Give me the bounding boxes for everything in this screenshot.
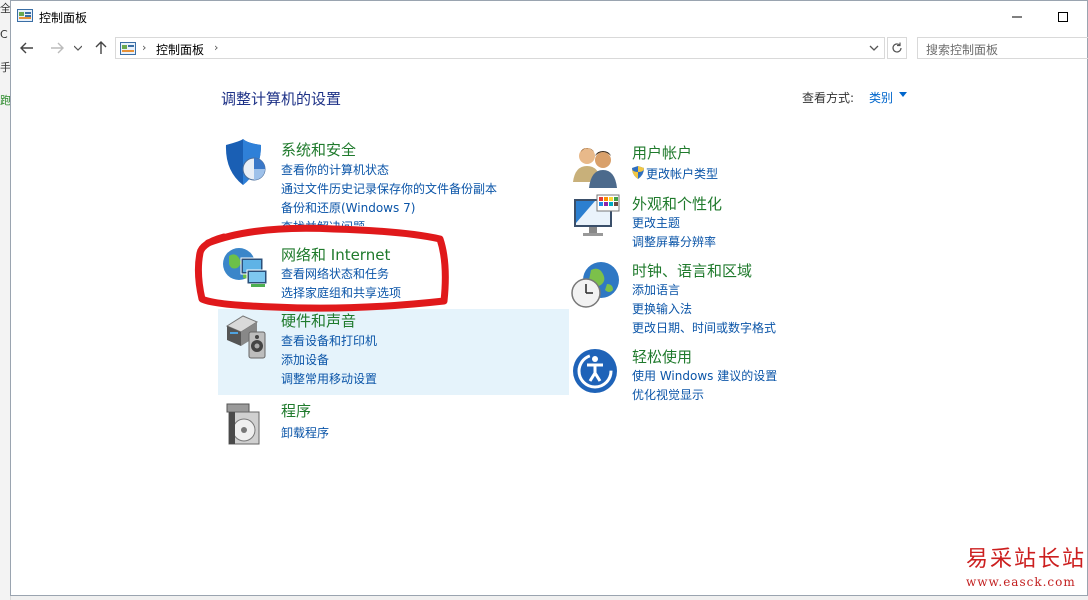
category-link[interactable]: 查找并解决问题 <box>281 218 365 226</box>
view-by-dropdown[interactable]: 类别 <box>869 89 893 106</box>
category-title[interactable]: 用户帐户 <box>632 142 692 163</box>
back-button[interactable] <box>17 38 37 58</box>
category-link[interactable]: 查看网络状态和任务 <box>281 265 389 282</box>
breadcrumb-control-panel[interactable]: 控制面板 <box>156 41 204 58</box>
chevron-right-icon[interactable]: › <box>214 41 218 54</box>
window-title: 控制面板 <box>39 11 88 25</box>
security-shield-icon[interactable] <box>221 139 271 189</box>
category-link[interactable]: 选择家庭组和共享选项 <box>281 284 401 301</box>
category-link[interactable]: 查看你的计算机状态 <box>281 161 389 178</box>
category-link[interactable]: 添加语言 <box>632 281 680 298</box>
category-link[interactable]: 使用 Windows 建议的设置 <box>632 367 777 384</box>
arrow-left-icon <box>20 42 33 54</box>
control-panel-icon <box>17 9 33 22</box>
watermark-title: 易采站长站 <box>966 547 1087 572</box>
ease-of-access-icon[interactable] <box>571 346 621 396</box>
title-bar[interactable]: 控制面板 <box>11 1 1087 32</box>
chevron-down-icon <box>74 45 82 51</box>
recent-locations-button[interactable] <box>71 38 85 58</box>
watermark: 易采站长站 www.easck.com <box>966 541 1086 589</box>
control-panel-window: 控制面板 › 控制面板 › 搜索控制面板 调整计算机的设置 查看方式: 类别 系… <box>10 0 1088 596</box>
printer-speaker-icon[interactable] <box>221 310 271 360</box>
category-title[interactable]: 程序 <box>281 400 311 421</box>
users-icon[interactable] <box>571 142 621 192</box>
category-link[interactable]: 更换输入法 <box>632 300 692 317</box>
category-title[interactable]: 时钟、语言和区域 <box>632 260 752 281</box>
view-by-label: 查看方式: <box>802 91 855 105</box>
uac-shield-icon <box>632 166 644 179</box>
category-link[interactable]: 更改日期、时间或数字格式 <box>632 319 776 336</box>
category-link[interactable]: 卸载程序 <box>281 424 329 441</box>
maximize-icon <box>1058 11 1068 22</box>
refresh-icon <box>892 42 902 53</box>
category-link[interactable]: 优化视觉显示 <box>632 386 704 403</box>
address-bar[interactable]: › 控制面板 › <box>115 37 885 59</box>
address-dropdown-icon[interactable] <box>867 40 881 56</box>
navigation-bar: › 控制面板 › 搜索控制面板 <box>11 35 1088 61</box>
category-link[interactable]: 调整常用移动设置 <box>281 370 377 387</box>
minimize-icon <box>1012 16 1022 17</box>
refresh-button[interactable] <box>887 37 907 59</box>
category-title[interactable]: 硬件和声音 <box>281 310 356 331</box>
category-link[interactable]: 更改主题 <box>632 214 680 231</box>
category-title[interactable]: 轻松使用 <box>632 346 692 367</box>
background-fragment: C <box>0 28 8 41</box>
search-input[interactable]: 搜索控制面板 <box>917 37 1088 59</box>
arrow-up-icon <box>95 41 107 54</box>
forward-button[interactable] <box>47 38 67 58</box>
minimize-button[interactable] <box>994 1 1040 32</box>
category-title[interactable]: 外观和个性化 <box>632 193 722 214</box>
control-panel-icon <box>120 42 136 55</box>
category-link[interactable]: 添加设备 <box>281 351 329 368</box>
monitor-palette-icon[interactable] <box>571 193 621 243</box>
up-button[interactable] <box>91 38 111 58</box>
clock-globe-icon[interactable] <box>571 260 621 310</box>
category-link[interactable]: 调整屏幕分辨率 <box>632 233 716 250</box>
category-link[interactable]: 更改帐户类型 <box>646 165 718 182</box>
category-link[interactable]: 备份和还原(Windows 7) <box>281 199 415 216</box>
category-link[interactable]: 查看设备和打印机 <box>281 332 377 349</box>
caret-down-icon[interactable] <box>899 92 907 97</box>
maximize-button[interactable] <box>1040 1 1086 32</box>
programs-disc-icon[interactable] <box>221 400 271 450</box>
chevron-right-icon[interactable]: › <box>142 41 146 54</box>
arrow-right-icon <box>51 42 64 54</box>
category-link[interactable]: 通过文件历史记录保存你的文件备份副本 <box>281 180 497 197</box>
category-title[interactable]: 网络和 Internet <box>281 244 390 265</box>
watermark-url: www.easck.com <box>966 575 1076 589</box>
category-title[interactable]: 系统和安全 <box>281 139 356 160</box>
page-title: 调整计算机的设置 <box>221 90 342 108</box>
network-globe-icon[interactable] <box>221 244 271 294</box>
